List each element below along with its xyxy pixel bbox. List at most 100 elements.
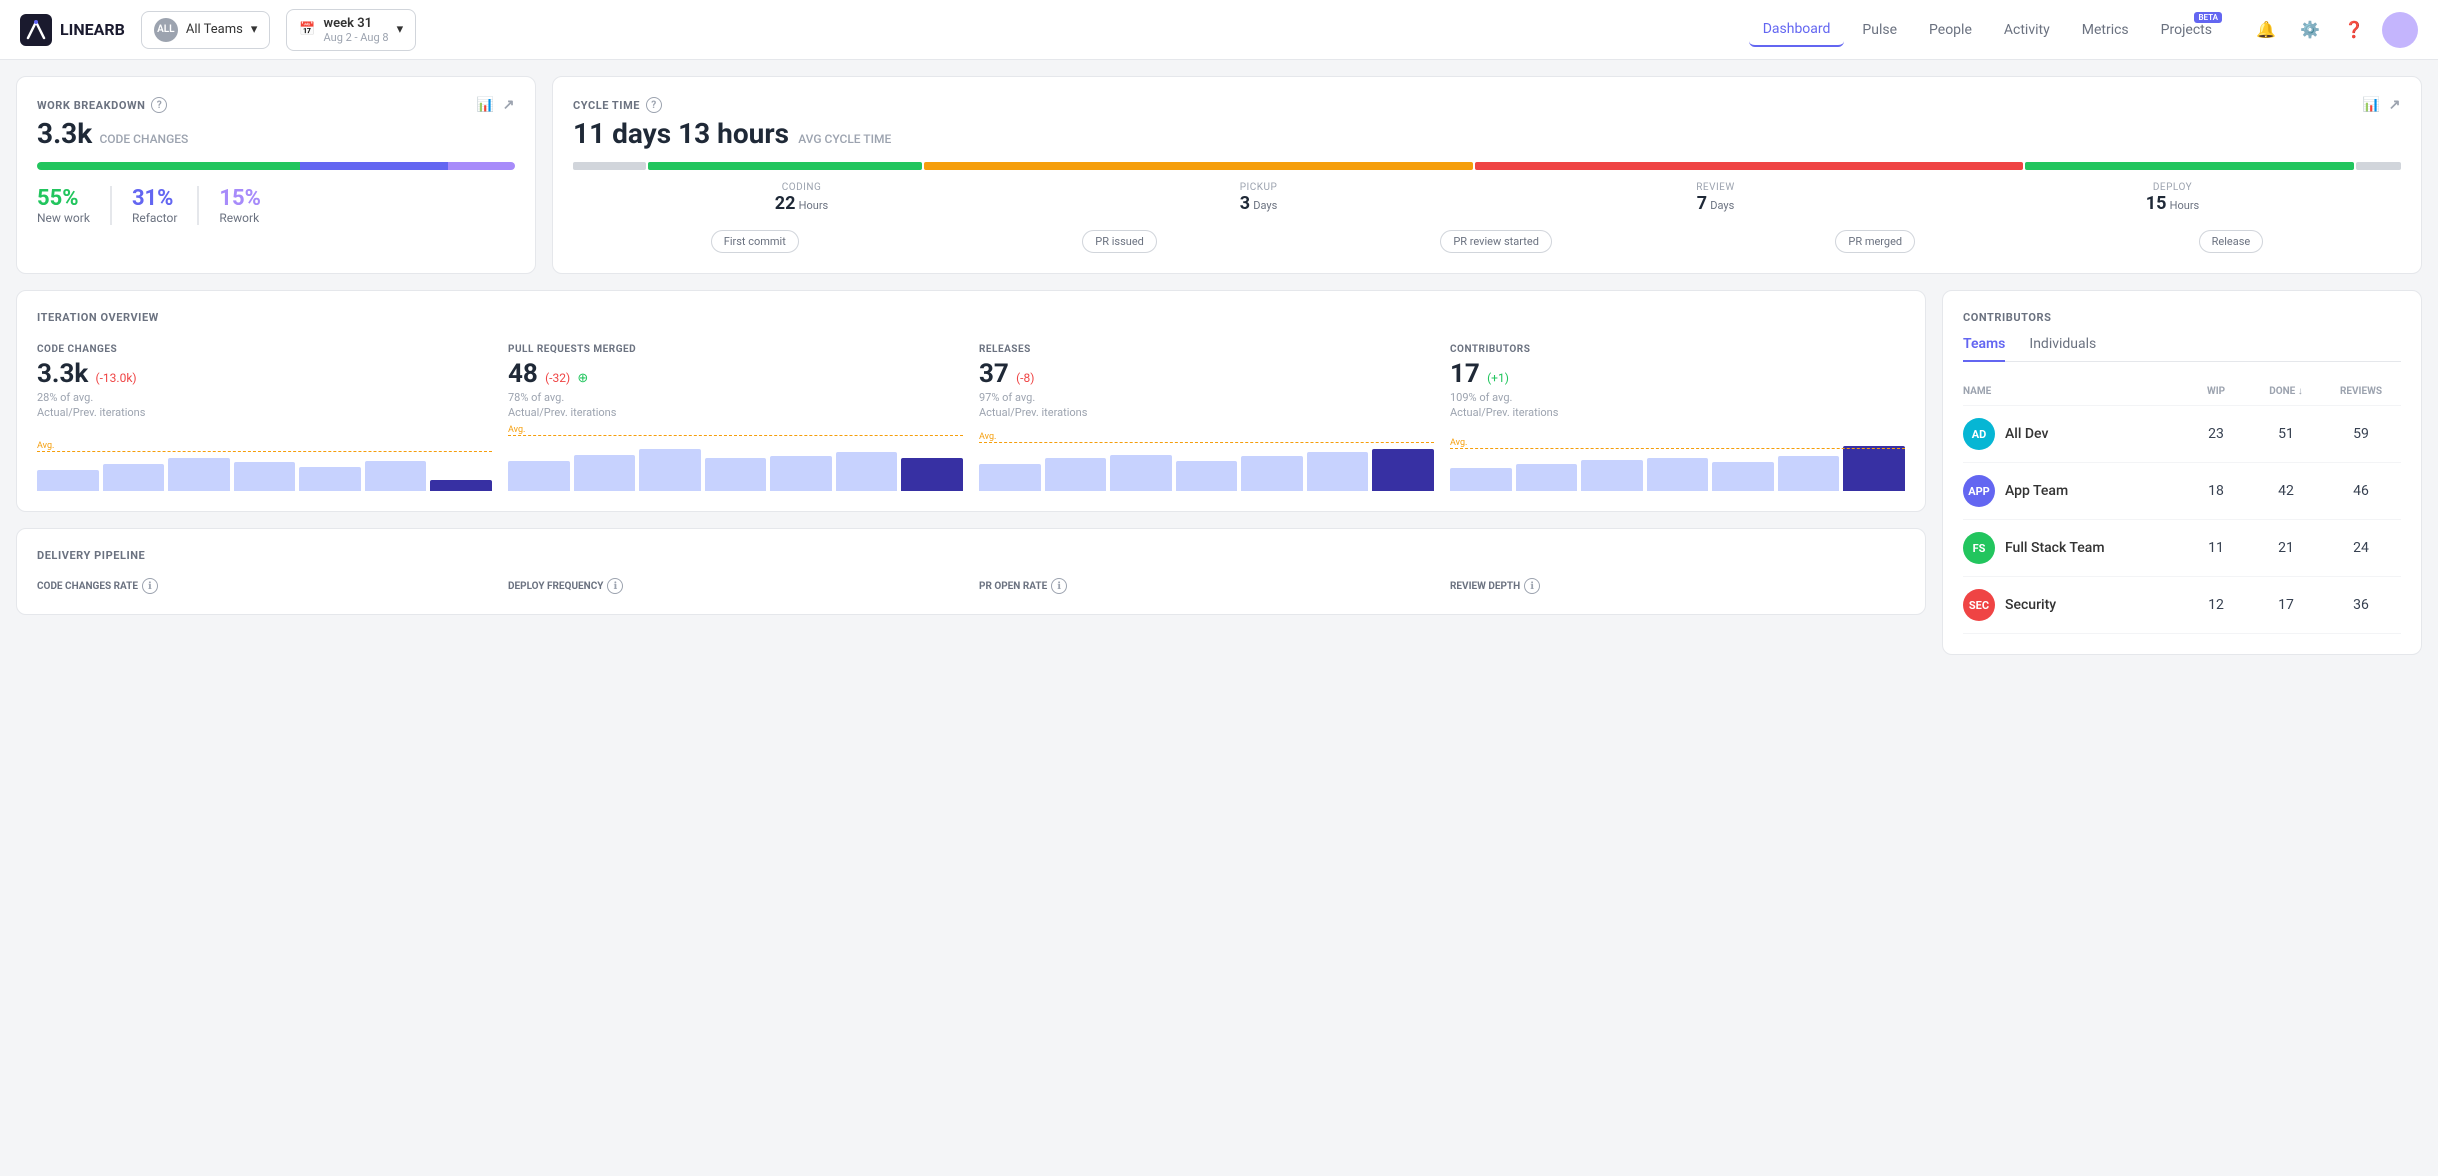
beta-badge: BETA bbox=[2194, 12, 2222, 23]
iter-releases: RELEASES 37 (-8) 97% of avg. Actual/Prev… bbox=[979, 344, 1434, 491]
avg-line bbox=[37, 451, 492, 452]
main-nav: Dashboard Pulse People Activity Metrics … bbox=[1749, 13, 2226, 47]
cycle-bar bbox=[573, 162, 2401, 170]
milestone-first-commit: First commit bbox=[711, 230, 799, 253]
delivery-pr-open-rate: PR OPEN RATE ℹ bbox=[979, 578, 1434, 594]
work-breakdown-bar bbox=[37, 162, 515, 170]
delivery-deploy-frequency: DEPLOY FREQUENCY ℹ bbox=[508, 578, 963, 594]
nav-projects[interactable]: Projects BETA bbox=[2147, 14, 2226, 46]
week-sublabel: Aug 2 - Aug 8 bbox=[324, 31, 389, 44]
nav-people[interactable]: People bbox=[1915, 14, 1986, 46]
calendar-icon: 📅 bbox=[299, 22, 315, 37]
cycle-step-deploy: DEPLOY 15 Hours bbox=[1944, 182, 2401, 214]
delivery-pipeline-title: DELIVERY PIPELINE bbox=[37, 549, 1905, 562]
nav-activity[interactable]: Activity bbox=[1990, 14, 2064, 46]
avg-line bbox=[1450, 448, 1905, 449]
review-depth-help[interactable]: ℹ bbox=[1524, 578, 1540, 594]
plus-icon[interactable]: ⊕ bbox=[577, 371, 588, 386]
iter-code-changes-chart: Avg. bbox=[37, 431, 492, 491]
nav-metrics[interactable]: Metrics bbox=[2068, 14, 2143, 46]
team-avatar: ALL bbox=[154, 18, 178, 42]
stat-rework: 15% Rework bbox=[219, 186, 281, 225]
contributor-row-appteam: APP App Team 18 42 46 bbox=[1963, 463, 2401, 520]
bottom-row: ITERATION OVERVIEW CODE CHANGES 3.3k (-1… bbox=[16, 290, 2422, 655]
team-selector[interactable]: ALL All Teams ▾ bbox=[141, 11, 271, 49]
avg-label: Avg. bbox=[1450, 438, 1467, 448]
work-breakdown-stats: 55% New work 31% Refactor 15% Rework bbox=[37, 186, 515, 225]
cycle-time-card: CYCLE TIME ? 📊 ↗ 11 days 13 hours AVG CY… bbox=[552, 76, 2422, 274]
code-changes-label: CODE CHANGES bbox=[99, 132, 188, 146]
contributor-row-alldev: AD All Dev 23 51 59 bbox=[1963, 406, 2401, 463]
avatar-alldev: AD bbox=[1963, 418, 1995, 450]
cycle-step-review: REVIEW 7 Days bbox=[1487, 182, 1944, 214]
milestone-release: Release bbox=[2199, 230, 2264, 253]
user-avatar[interactable] bbox=[2382, 12, 2418, 48]
iter-contributors-chart: Avg. bbox=[1450, 431, 1905, 491]
chevron-down-icon: ▾ bbox=[251, 22, 258, 37]
avatar-security: SEC bbox=[1963, 589, 1995, 621]
cycle-step-pickup: PICKUP 3 Days bbox=[1030, 182, 1487, 214]
work-breakdown-help[interactable]: ? bbox=[151, 97, 167, 113]
work-breakdown-card: WORK BREAKDOWN ? 📊 ↗ 3.3k CODE CHANGES 5… bbox=[16, 76, 536, 274]
help-button[interactable]: ❓ bbox=[2338, 14, 2370, 46]
contributor-row-fullstack: FS Full Stack Team 11 21 24 bbox=[1963, 520, 2401, 577]
contributors-table: NAME WIP DONE ↓ REVIEWS AD All Dev 23 51… bbox=[1963, 378, 2401, 634]
expand-icon[interactable]: ↗ bbox=[503, 97, 515, 113]
iteration-overview-card: ITERATION OVERVIEW CODE CHANGES 3.3k (-1… bbox=[16, 290, 1926, 512]
nav-dashboard[interactable]: Dashboard bbox=[1749, 13, 1845, 47]
avg-label: Avg. bbox=[508, 425, 525, 435]
contributor-row-security: SEC Security 12 17 36 bbox=[1963, 577, 2401, 634]
cycle-expand-icon[interactable]: ↗ bbox=[2389, 97, 2401, 113]
tab-individuals[interactable]: Individuals bbox=[2029, 328, 2096, 362]
stat-refactor: 31% Refactor bbox=[132, 186, 199, 225]
iter-contributors: CONTRIBUTORS 17 (+1) 109% of avg. Actual… bbox=[1450, 344, 1905, 491]
week-selector[interactable]: 📅 week 31 Aug 2 - Aug 8 ▾ bbox=[286, 9, 416, 51]
milestone-pr-merged: PR merged bbox=[1835, 230, 1915, 253]
settings-button[interactable]: ⚙️ bbox=[2294, 14, 2326, 46]
header: LINEARB ALL All Teams ▾ 📅 week 31 Aug 2 … bbox=[0, 0, 2438, 60]
contributors-tabs: Teams Individuals bbox=[1963, 328, 2401, 362]
avg-label: Avg. bbox=[37, 441, 54, 451]
contributors-header: NAME WIP DONE ↓ REVIEWS bbox=[1963, 378, 2401, 406]
avatar-appteam: APP bbox=[1963, 475, 1995, 507]
nav-pulse[interactable]: Pulse bbox=[1848, 14, 1911, 46]
delivery-review-depth: REVIEW DEPTH ℹ bbox=[1450, 578, 1905, 594]
delivery-grid: CODE CHANGES RATE ℹ DEPLOY FREQUENCY ℹ P… bbox=[37, 578, 1905, 594]
milestone-pr-issued: PR issued bbox=[1082, 230, 1157, 253]
cycle-chart-icon[interactable]: 📊 bbox=[2363, 97, 2381, 113]
deploy-frequency-help[interactable]: ℹ bbox=[607, 578, 623, 594]
cycle-steps: CODING 22 Hours PICKUP 3 Days REVIEW bbox=[573, 182, 2401, 214]
iter-prs-merged: PULL REQUESTS MERGED 48 (-32) ⊕ 78% of a… bbox=[508, 344, 963, 491]
stat-new-work: 55% New work bbox=[37, 186, 112, 225]
avg-label: Avg. bbox=[979, 432, 996, 442]
week-label: week 31 bbox=[324, 16, 389, 31]
contributors-card: CONTRIBUTORS Teams Individuals NAME WIP … bbox=[1942, 290, 2422, 655]
cycle-time-help[interactable]: ? bbox=[646, 97, 662, 113]
delivery-code-changes-rate: CODE CHANGES RATE ℹ bbox=[37, 578, 492, 594]
notifications-button[interactable]: 🔔 bbox=[2250, 14, 2282, 46]
avg-line bbox=[508, 435, 963, 436]
avatar-fullstack: FS bbox=[1963, 532, 1995, 564]
cycle-time-title: CYCLE TIME ? 📊 ↗ bbox=[573, 97, 2401, 113]
iteration-overview-title: ITERATION OVERVIEW bbox=[37, 311, 1905, 324]
cycle-avg-label: AVG CYCLE TIME bbox=[798, 132, 891, 146]
contributors-title: CONTRIBUTORS bbox=[1963, 311, 2401, 324]
bottom-left: ITERATION OVERVIEW CODE CHANGES 3.3k (-1… bbox=[16, 290, 1926, 655]
milestone-pr-review: PR review started bbox=[1440, 230, 1552, 253]
pr-open-rate-help[interactable]: ℹ bbox=[1051, 578, 1067, 594]
iter-code-changes: CODE CHANGES 3.3k (-13.0k) 28% of avg. A… bbox=[37, 344, 492, 491]
delivery-pipeline-card: DELIVERY PIPELINE CODE CHANGES RATE ℹ DE… bbox=[16, 528, 1926, 615]
iter-prs-chart: Avg. bbox=[508, 431, 963, 491]
team-label: All Teams bbox=[186, 22, 243, 37]
logo[interactable]: LINEARB bbox=[20, 14, 125, 46]
top-row: WORK BREAKDOWN ? 📊 ↗ 3.3k CODE CHANGES 5… bbox=[16, 76, 2422, 274]
cycle-value: 11 days 13 hours bbox=[573, 117, 789, 150]
cycle-milestones: First commit PR issued PR review started… bbox=[573, 230, 2401, 253]
chart-icon[interactable]: 📊 bbox=[477, 97, 495, 113]
main-content: WORK BREAKDOWN ? 📊 ↗ 3.3k CODE CHANGES 5… bbox=[0, 60, 2438, 671]
cycle-step-coding: CODING 22 Hours bbox=[573, 182, 1030, 214]
header-actions: 🔔 ⚙️ ❓ bbox=[2250, 12, 2418, 48]
tab-teams[interactable]: Teams bbox=[1963, 328, 2005, 362]
chevron-down-icon: ▾ bbox=[397, 22, 404, 37]
code-changes-rate-help[interactable]: ℹ bbox=[142, 578, 158, 594]
